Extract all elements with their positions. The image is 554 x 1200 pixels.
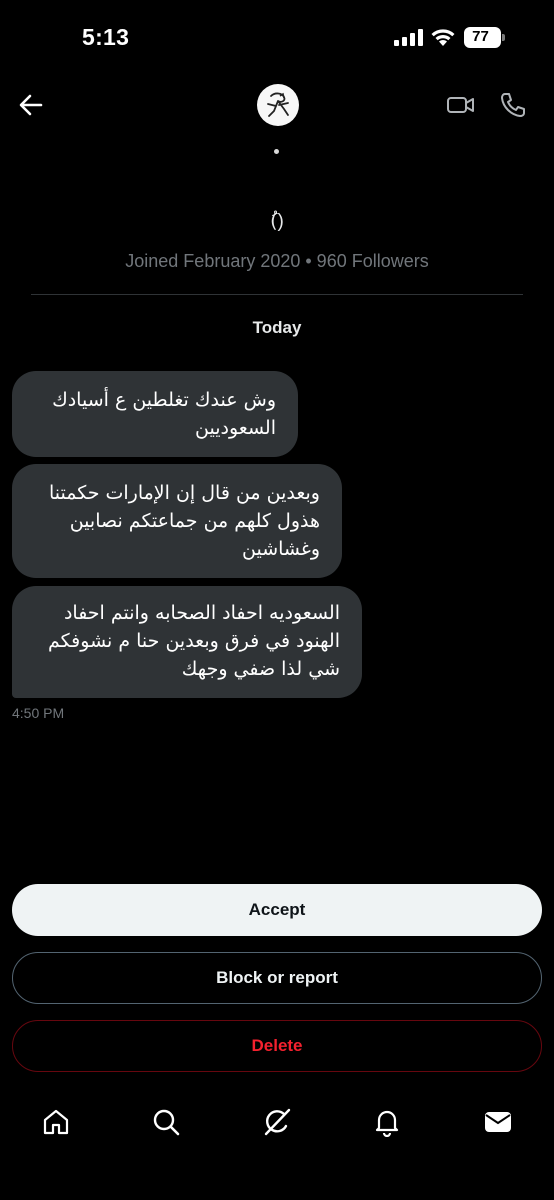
- block-or-report-button[interactable]: Block or report: [12, 952, 542, 1004]
- divider: [31, 294, 523, 295]
- status-bar: 5:13 77: [0, 0, 554, 78]
- avatar[interactable]: [257, 84, 299, 126]
- search-icon[interactable]: [151, 1107, 181, 1137]
- message-bubble[interactable]: السعوديه احفاد الصحابه وانتم احفاد الهنو…: [12, 586, 362, 698]
- day-label: Today: [252, 318, 302, 337]
- battery-icon: 77: [464, 27, 506, 48]
- cellular-signal-icon: [394, 29, 423, 46]
- notifications-bell-icon[interactable]: [372, 1107, 402, 1137]
- home-indicator: [206, 1187, 348, 1192]
- conversation-header: [0, 78, 554, 138]
- grok-icon[interactable]: [262, 1107, 292, 1137]
- online-dot: [274, 149, 279, 154]
- message-timestamp: 4:50 PM: [12, 705, 65, 721]
- profile-name[interactable]: (ُ): [0, 210, 554, 233]
- battery-level: 77: [472, 28, 489, 45]
- messages-envelope-icon[interactable]: [483, 1107, 513, 1137]
- message-bubble[interactable]: وش عندك تغلطين ع أسيادك السعوديين: [12, 371, 298, 457]
- video-call-icon[interactable]: [446, 91, 476, 119]
- message-bubble[interactable]: وبعدين من قال إن الإمارات حكمتنا هذول كل…: [12, 464, 342, 578]
- home-icon[interactable]: [41, 1107, 71, 1137]
- phone-call-icon[interactable]: [499, 91, 527, 119]
- profile-meta: Joined February 2020 • 960 Followers: [125, 251, 429, 271]
- delete-button[interactable]: Delete: [12, 1020, 542, 1072]
- accept-button[interactable]: Accept: [12, 884, 542, 936]
- wifi-icon: [431, 29, 455, 46]
- back-arrow-icon[interactable]: [16, 90, 46, 120]
- bottom-tab-bar: [0, 1095, 554, 1155]
- status-time: 5:13: [82, 24, 130, 50]
- avatar-logo-icon: [267, 92, 289, 117]
